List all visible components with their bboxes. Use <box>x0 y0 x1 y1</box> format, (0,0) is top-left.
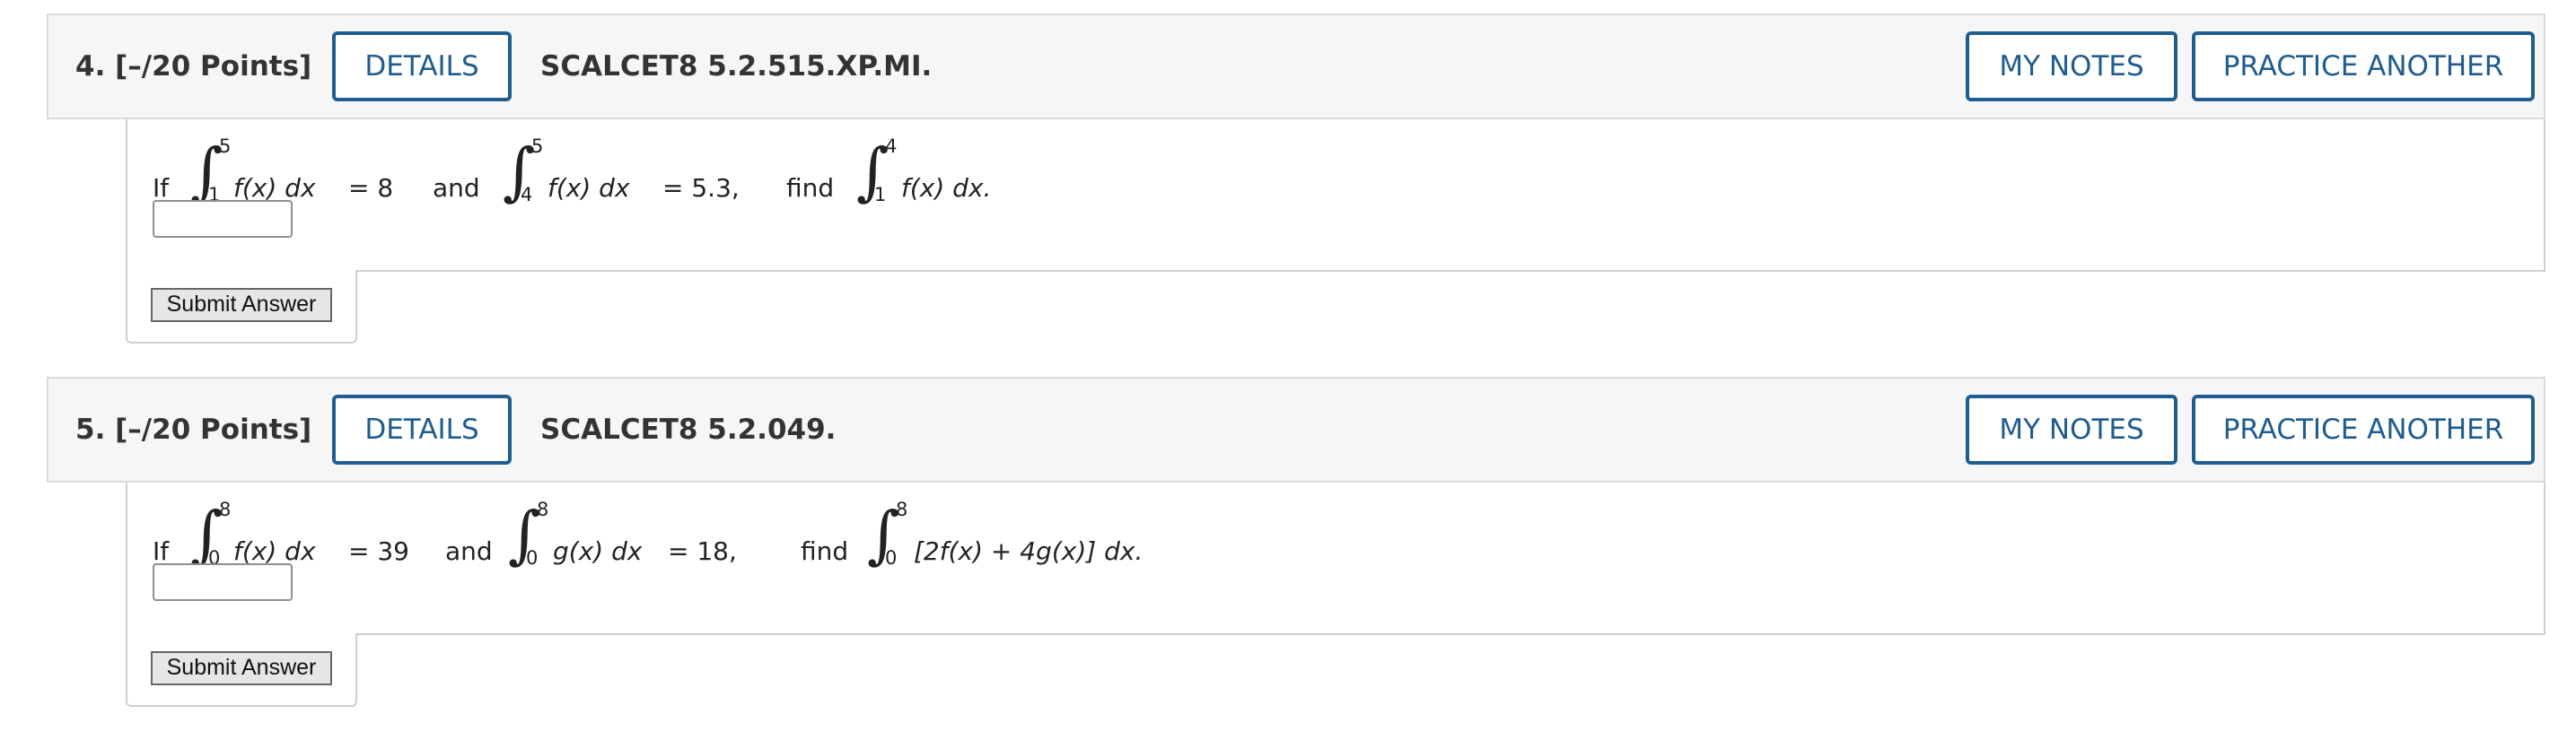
integrand: f(x) dx. <box>901 173 992 203</box>
integral-lower-limit: 1 <box>874 184 887 205</box>
integral-lower-limit: 0 <box>885 547 898 569</box>
equals-value: = 39 <box>348 536 409 566</box>
problem-statement: If ∫ 5 1 f(x) dx = 8 and ∫ 5 4 f(x) dx =… <box>153 128 2486 227</box>
text-if: If <box>153 173 170 203</box>
equals-value: = 5.3, <box>662 173 740 203</box>
integral-upper-limit: 8 <box>537 499 549 520</box>
integral-lower-limit: 0 <box>526 547 539 569</box>
question-code: SCALCET8 5.2.515.XP.MI. <box>540 50 933 83</box>
details-button[interactable]: DETAILS <box>332 31 512 101</box>
integral-lower-limit: 4 <box>521 184 533 205</box>
equals-value: = 8 <box>348 173 394 203</box>
text-find: find <box>801 536 849 566</box>
integrand: f(x) dx <box>233 536 316 566</box>
my-notes-button[interactable]: MY NOTES <box>1966 395 2177 465</box>
question-body: If ∫ 8 0 f(x) dx = 39 and ∫ 8 0 g(x) dx … <box>126 483 2547 707</box>
integral-upper-limit: 5 <box>531 135 544 157</box>
integrand: [2f(x) + 4g(x)] dx. <box>914 536 1143 566</box>
submit-answer-button[interactable]: Submit Answer <box>151 651 332 685</box>
integrand: f(x) dx <box>233 173 316 203</box>
integral-upper-limit: 8 <box>219 499 232 520</box>
question-body: If ∫ 5 1 f(x) dx = 8 and ∫ 5 4 f(x) dx =… <box>126 119 2547 344</box>
integral-upper-limit: 4 <box>885 135 898 157</box>
text-if: If <box>153 536 170 566</box>
practice-another-button[interactable]: PRACTICE ANOTHER <box>2192 395 2535 465</box>
question-header: 4. [–/20 Points] DETAILS SCALCET8 5.2.51… <box>47 13 2545 119</box>
details-button[interactable]: DETAILS <box>332 395 512 465</box>
equals-value: = 18, <box>668 536 737 566</box>
question-number-points: 4. [–/20 Points] <box>75 50 312 83</box>
my-notes-button[interactable]: MY NOTES <box>1966 31 2177 101</box>
answer-input[interactable] <box>153 200 293 238</box>
submit-answer-button[interactable]: Submit Answer <box>151 288 332 322</box>
answer-input[interactable] <box>153 563 293 601</box>
integral-upper-limit: 8 <box>896 499 908 520</box>
integral-upper-limit: 5 <box>219 135 232 157</box>
integrand: g(x) dx <box>553 536 643 566</box>
question-code: SCALCET8 5.2.049. <box>540 414 837 446</box>
integrand: f(x) dx <box>548 173 630 203</box>
text-find: find <box>786 173 835 203</box>
question-header: 5. [–/20 Points] DETAILS SCALCET8 5.2.04… <box>47 377 2545 483</box>
practice-another-button[interactable]: PRACTICE ANOTHER <box>2192 31 2535 101</box>
problem-statement: If ∫ 8 0 f(x) dx = 39 and ∫ 8 0 g(x) dx … <box>153 492 2486 590</box>
text-and: and <box>433 173 480 203</box>
question-number-points: 5. [–/20 Points] <box>75 414 312 446</box>
text-and: and <box>445 536 493 566</box>
